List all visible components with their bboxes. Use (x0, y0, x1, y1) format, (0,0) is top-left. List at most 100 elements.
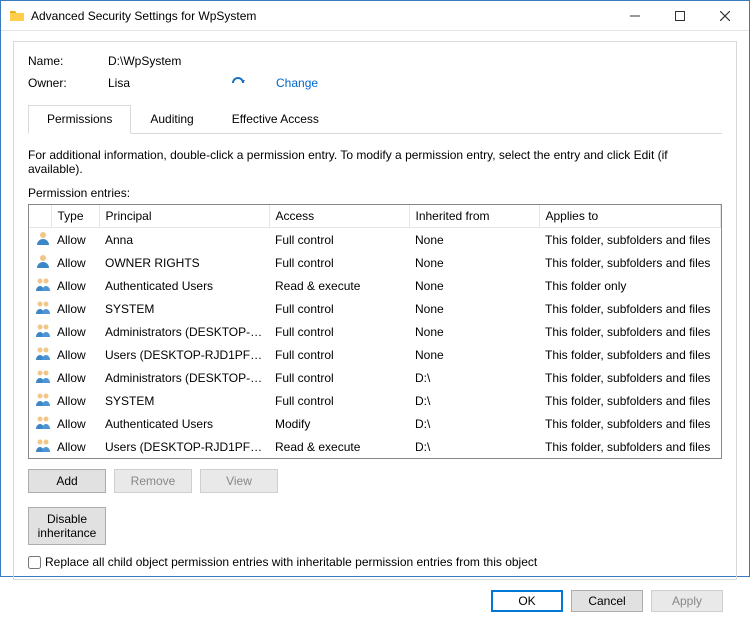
principal-icon (29, 251, 51, 274)
principal-icon (29, 320, 51, 343)
col-applies[interactable]: Applies to (539, 205, 721, 228)
maximize-button[interactable] (657, 1, 702, 30)
window-controls (612, 1, 747, 30)
cancel-button[interactable]: Cancel (571, 590, 643, 612)
principal-icon (29, 412, 51, 435)
owner-row: Owner: Lisa Change (28, 76, 722, 90)
cell-principal: Administrators (DESKTOP-RJD... (99, 320, 269, 343)
cell-type: Allow (51, 228, 99, 251)
view-button[interactable]: View (200, 469, 278, 493)
cell-access: Full control (269, 251, 409, 274)
info-panel: Name: D:\WpSystem Owner: Lisa Change Per… (13, 41, 737, 580)
principal-icon (29, 297, 51, 320)
col-inherited[interactable]: Inherited from (409, 205, 539, 228)
col-principal[interactable]: Principal (99, 205, 269, 228)
principal-icon (29, 343, 51, 366)
table-row[interactable]: AllowUsers (DESKTOP-RJD1PF9\Use...Read &… (29, 435, 721, 458)
cell-inherited: D:\ (409, 435, 539, 458)
owner-label: Owner: (28, 76, 108, 90)
cell-type: Allow (51, 251, 99, 274)
cell-type: Allow (51, 389, 99, 412)
cell-principal: Users (DESKTOP-RJD1PF9\Use... (99, 343, 269, 366)
cell-principal: Users (DESKTOP-RJD1PF9\Use... (99, 435, 269, 458)
dialog-buttons: OK Cancel Apply (13, 580, 737, 622)
folder-security-icon (9, 8, 25, 24)
principal-icon (29, 389, 51, 412)
table-row[interactable]: AllowAdministrators (DESKTOP-RJD...Full … (29, 320, 721, 343)
titlebar: Advanced Security Settings for WpSystem (1, 1, 749, 31)
table-row[interactable]: AllowSYSTEMFull controlNoneThis folder, … (29, 297, 721, 320)
cell-access: Full control (269, 297, 409, 320)
cell-principal: Authenticated Users (99, 412, 269, 435)
cell-inherited: D:\ (409, 366, 539, 389)
cell-principal: Anna (99, 228, 269, 251)
table-row[interactable]: AllowAnnaFull controlNoneThis folder, su… (29, 228, 721, 251)
table-row[interactable]: AllowOWNER RIGHTSFull controlNoneThis fo… (29, 251, 721, 274)
col-icon[interactable] (29, 205, 51, 228)
cell-principal: OWNER RIGHTS (99, 251, 269, 274)
cell-access: Modify (269, 412, 409, 435)
cell-access: Read & execute (269, 435, 409, 458)
cell-principal: Administrators (DESKTOP-RJD... (99, 366, 269, 389)
apply-button[interactable]: Apply (651, 590, 723, 612)
table-row[interactable]: AllowAuthenticated UsersModifyD:\This fo… (29, 412, 721, 435)
tab-auditing[interactable]: Auditing (131, 105, 212, 134)
replace-checkbox-row[interactable]: Replace all child object permission entr… (28, 555, 722, 569)
minimize-button[interactable] (612, 1, 657, 30)
replace-checkbox-label: Replace all child object permission entr… (45, 555, 537, 569)
col-access[interactable]: Access (269, 205, 409, 228)
cell-access: Read & execute (269, 274, 409, 297)
cell-type: Allow (51, 274, 99, 297)
disable-inheritance-button[interactable]: Disable inheritance (28, 507, 106, 545)
add-button[interactable]: Add (28, 469, 106, 493)
cell-inherited: None (409, 320, 539, 343)
cell-applies: This folder, subfolders and files (539, 297, 721, 320)
table-row[interactable]: AllowAuthenticated UsersRead & executeNo… (29, 274, 721, 297)
replace-checkbox[interactable] (28, 556, 41, 569)
cell-type: Allow (51, 320, 99, 343)
close-button[interactable] (702, 1, 747, 30)
cell-access: Full control (269, 343, 409, 366)
cell-type: Allow (51, 297, 99, 320)
col-type[interactable]: Type (51, 205, 99, 228)
security-settings-window: Advanced Security Settings for WpSystem … (0, 0, 750, 577)
cell-applies: This folder, subfolders and files (539, 366, 721, 389)
cell-inherited: None (409, 251, 539, 274)
cell-principal: Authenticated Users (99, 274, 269, 297)
remove-button[interactable]: Remove (114, 469, 192, 493)
change-owner-link[interactable]: Change (276, 76, 318, 90)
principal-icon (29, 366, 51, 389)
cell-principal: SYSTEM (99, 389, 269, 412)
cell-inherited: None (409, 343, 539, 366)
tab-effective-access[interactable]: Effective Access (213, 105, 338, 134)
content-area: Name: D:\WpSystem Owner: Lisa Change Per… (1, 31, 749, 630)
table-row[interactable]: AllowUsers (DESKTOP-RJD1PF9\Use...Full c… (29, 343, 721, 366)
entries-label: Permission entries: (28, 186, 722, 200)
cell-type: Allow (51, 366, 99, 389)
cell-access: Full control (269, 228, 409, 251)
table-row[interactable]: AllowAdministrators (DESKTOP-RJD...Full … (29, 366, 721, 389)
cell-type: Allow (51, 412, 99, 435)
principal-icon (29, 274, 51, 297)
tabs: Permissions Auditing Effective Access (28, 104, 722, 134)
cell-access: Full control (269, 320, 409, 343)
cell-inherited: None (409, 228, 539, 251)
permission-entries-grid[interactable]: Type Principal Access Inherited from App… (28, 204, 722, 459)
cell-inherited: D:\ (409, 412, 539, 435)
cell-applies: This folder, subfolders and files (539, 251, 721, 274)
cell-inherited: None (409, 274, 539, 297)
table-row[interactable]: AllowSYSTEMFull controlD:\This folder, s… (29, 389, 721, 412)
cell-applies: This folder, subfolders and files (539, 228, 721, 251)
cell-access: Full control (269, 389, 409, 412)
cell-applies: This folder, subfolders and files (539, 435, 721, 458)
tab-permissions[interactable]: Permissions (28, 105, 131, 134)
instruction-text: For additional information, double-click… (28, 148, 722, 176)
name-value: D:\WpSystem (108, 54, 181, 68)
grid-header-row: Type Principal Access Inherited from App… (29, 205, 721, 228)
ok-button[interactable]: OK (491, 590, 563, 612)
cell-inherited: None (409, 297, 539, 320)
cell-inherited: D:\ (409, 389, 539, 412)
entry-action-buttons: Add Remove View (28, 469, 722, 493)
cell-applies: This folder only (539, 274, 721, 297)
cell-type: Allow (51, 435, 99, 458)
